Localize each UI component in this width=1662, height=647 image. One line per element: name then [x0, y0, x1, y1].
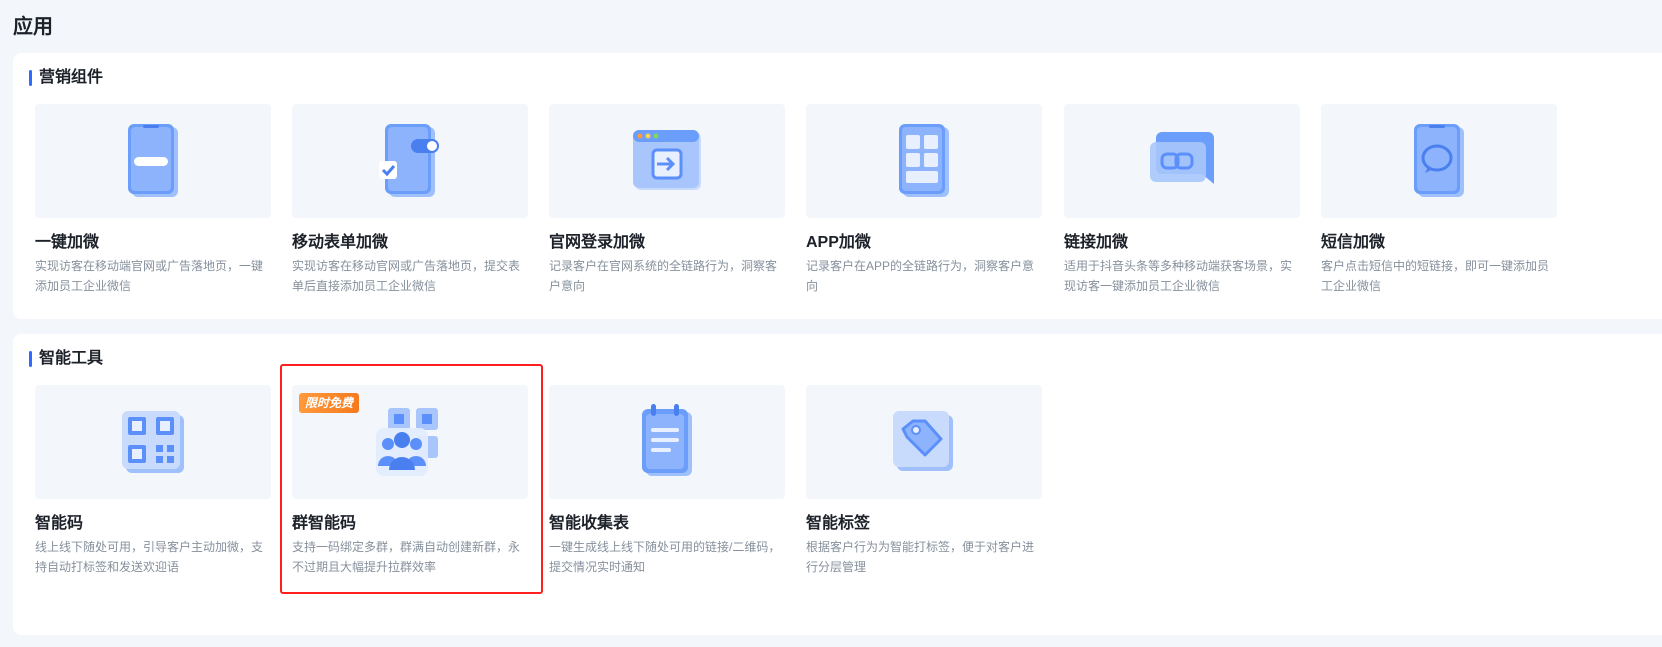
- card-sms-add[interactable]: 短信加微 客户点击短信中的短链接，即可一键添加员工企业微信: [1321, 104, 1557, 309]
- card-name: 官网登录加微: [549, 234, 646, 251]
- qr-code-icon: [118, 407, 188, 477]
- card-description: 一键生成线上线下随处可用的链接/二维码，提交情况实时通知: [549, 540, 781, 574]
- card-mobile-form-add[interactable]: 移动表单加微 实现访客在移动官网或广告落地页，提交表单后直接添加员工企业微信: [292, 104, 528, 309]
- card-image: [35, 104, 271, 218]
- card-name: APP加微: [806, 234, 871, 251]
- card-name: 智能收集表: [549, 515, 630, 532]
- limited-free-badge: 限时免费: [299, 393, 360, 413]
- phone-minus-icon: [118, 121, 188, 201]
- card-image: [806, 385, 1042, 499]
- card-description: 记录客户在APP的全链路行为，洞察客户意向: [806, 259, 1035, 293]
- card-app-add[interactable]: APP加微 记录客户在APP的全链路行为，洞察客户意向: [806, 104, 1042, 309]
- card-image: [549, 385, 785, 499]
- page-title: 应用: [13, 16, 53, 38]
- section-title-marketing: 营销组件: [29, 69, 103, 87]
- card-image: [292, 104, 528, 218]
- card-group-smart-code[interactable]: 限时免费 群智能码 支持一码绑定多群，群满自动创建新群，永不过期且大幅提升拉群效…: [292, 385, 528, 590]
- card-image: [549, 104, 785, 218]
- smart-tools-section: 智能工具 智能码 线上线下随处可用，引导客户主动加微，支持自动打标签和发送欢迎语…: [13, 334, 1662, 635]
- browser-login-icon: [627, 126, 707, 196]
- card-image: [35, 385, 271, 499]
- card-name: 一键加微: [35, 234, 100, 251]
- card-link-add[interactable]: 链接加微 适用于抖音头条等多种移动端获客场景，实现访客一键添加员工企业微信: [1064, 104, 1300, 309]
- card-name: 群智能码: [292, 515, 357, 532]
- card-image: [1321, 104, 1557, 218]
- tag-icon: [889, 407, 959, 477]
- card-image: 限时免费: [292, 385, 528, 499]
- sms-phone-icon: [1404, 121, 1474, 201]
- app-grid-icon: [889, 121, 959, 201]
- card-name: 移动表单加微: [292, 234, 389, 251]
- phone-form-toggle-icon: [375, 121, 445, 201]
- card-description: 客户点击短信中的短链接，即可一键添加员工企业微信: [1321, 259, 1550, 293]
- card-name: 短信加微: [1321, 234, 1386, 251]
- group-qr-icon: [370, 404, 450, 480]
- section-title-tools: 智能工具: [29, 350, 103, 368]
- card-smart-form[interactable]: 智能收集表 一键生成线上线下随处可用的链接/二维码，提交情况实时通知: [549, 385, 785, 590]
- card-description: 实现访客在移动端官网或广告落地页，一键添加员工企业微信: [35, 259, 264, 293]
- card-description: 根据客户行为为智能打标签，便于对客户进行分层管理: [806, 540, 1035, 574]
- card-smart-code[interactable]: 智能码 线上线下随处可用，引导客户主动加微，支持自动打标签和发送欢迎语: [35, 385, 271, 590]
- card-smart-tag[interactable]: 智能标签 根据客户行为为智能打标签，便于对客户进行分层管理: [806, 385, 1042, 590]
- notepad-icon: [632, 402, 702, 482]
- card-image: [806, 104, 1042, 218]
- card-description: 实现访客在移动官网或广告落地页，提交表单后直接添加员工企业微信: [292, 259, 521, 293]
- link-chat-icon: [1142, 126, 1222, 196]
- card-one-click-add[interactable]: 一键加微 实现访客在移动端官网或广告落地页，一键添加员工企业微信: [35, 104, 271, 309]
- marketing-components-section: 营销组件 一键加微 实现访客在移动端官网或广告落地页，一键添加员工企业微信 移动…: [13, 53, 1662, 319]
- card-description: 支持一码绑定多群，群满自动创建新群，永不过期且大幅提升拉群效率: [292, 540, 521, 574]
- card-description: 线上线下随处可用，引导客户主动加微，支持自动打标签和发送欢迎语: [35, 540, 264, 574]
- card-name: 链接加微: [1064, 234, 1129, 251]
- card-description: 记录客户在官网系统的全链路行为，洞察客户意向: [549, 259, 778, 293]
- card-description: 适用于抖音头条等多种移动端获客场景，实现访客一键添加员工企业微信: [1064, 259, 1293, 293]
- card-name: 智能标签: [806, 515, 871, 532]
- card-image: [1064, 104, 1300, 218]
- card-name: 智能码: [35, 515, 84, 532]
- card-website-login-add[interactable]: 官网登录加微 记录客户在官网系统的全链路行为，洞察客户意向: [549, 104, 785, 309]
